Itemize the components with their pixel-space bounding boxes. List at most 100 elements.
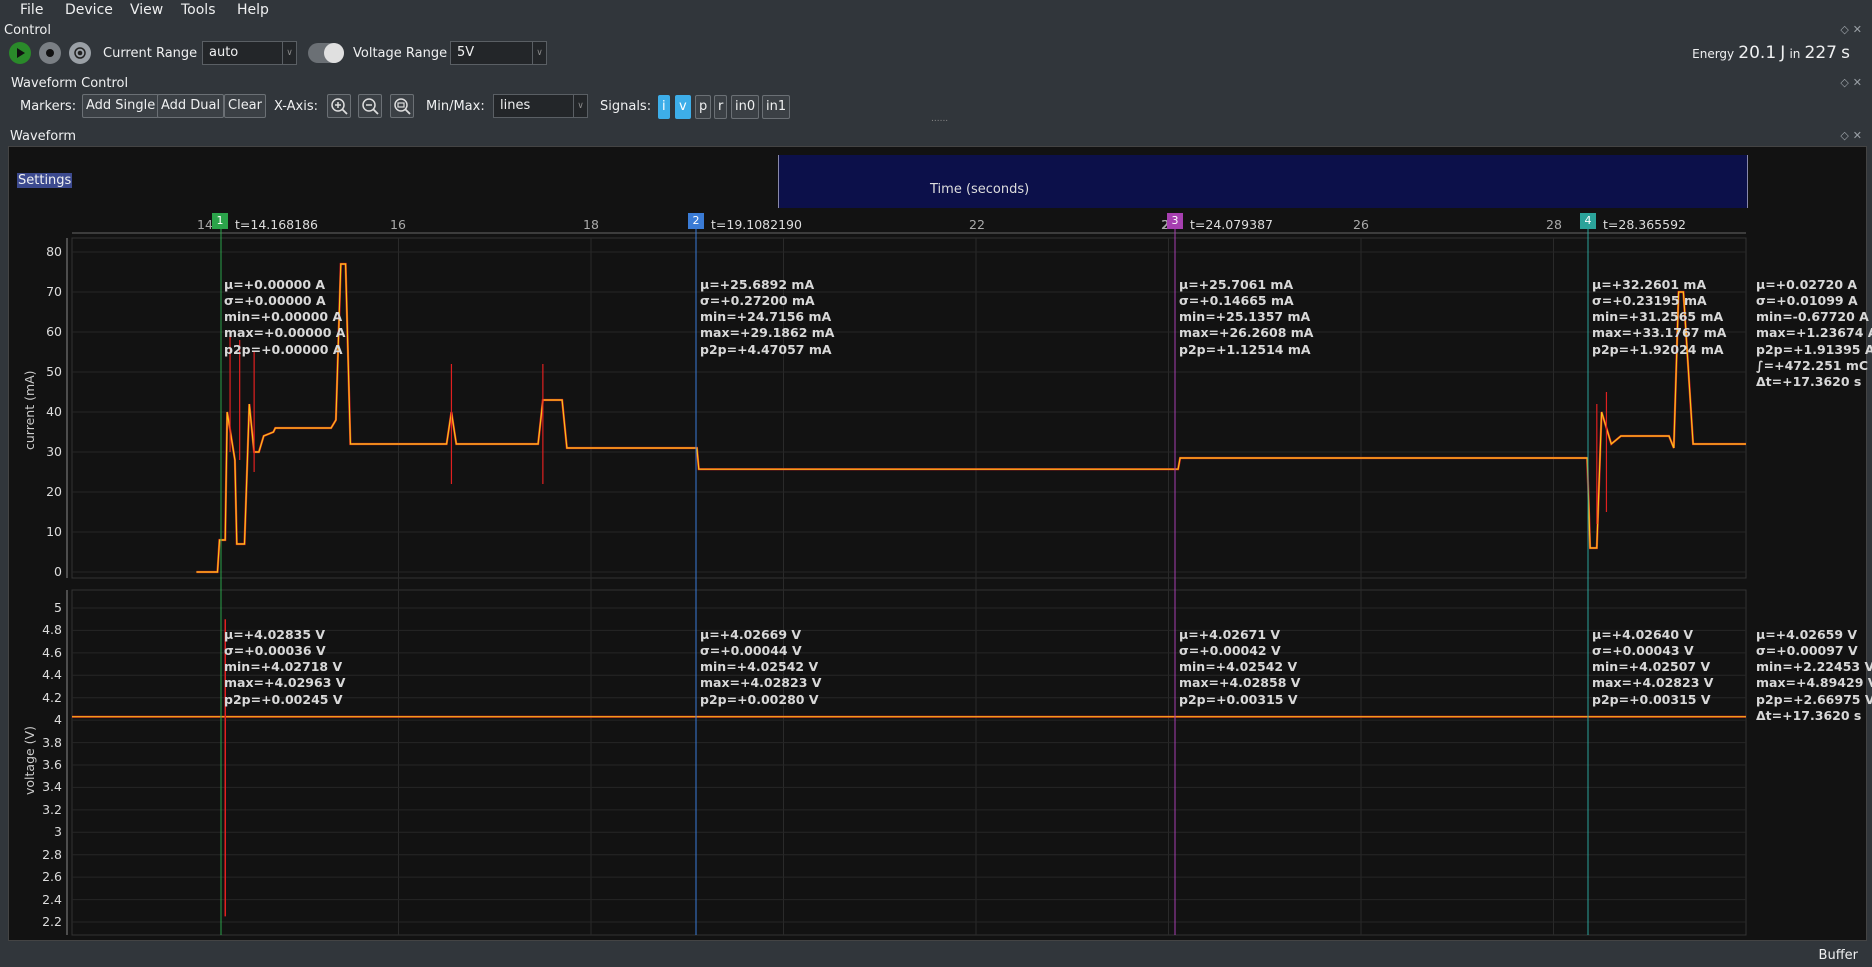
stat-value: max=+33.1767 mA bbox=[1592, 325, 1727, 341]
voltage-stats-segment-2: μ=+4.02669 Vσ=+0.00044 Vmin=+4.02542 Vma… bbox=[700, 594, 821, 724]
stat-value: μ=+0.00000 A bbox=[224, 276, 326, 292]
marker-1-time: t=14.168186 bbox=[235, 217, 318, 232]
current-stats-segment-2: μ=+25.6892 mA σ=+0.27200 mA min=+24.7156 m… bbox=[700, 244, 834, 374]
stat-value: min=+4.02542 V bbox=[700, 659, 819, 675]
voltage-stats-segment-1: μ=+4.02835 Vσ=+0.00036 Vmin=+4.02718 Vma… bbox=[224, 594, 345, 724]
stat-value: μ=+25.6892 mA bbox=[700, 276, 815, 292]
voltage-y-tick-label: 2.6 bbox=[42, 869, 62, 885]
stat-value: σ=+0.01099 A bbox=[1756, 292, 1858, 308]
voltage-stats-segment-3: μ=+4.02671 Vσ=+0.00042 Vmin=+4.02542 Vma… bbox=[1179, 594, 1300, 724]
voltage-y-tick-label: 4.2 bbox=[42, 689, 62, 705]
stat-value: min=+25.1357 mA bbox=[1179, 309, 1311, 325]
voltage-y-tick-label: 4 bbox=[54, 712, 62, 728]
voltage-y-tick-label: 3.4 bbox=[42, 779, 62, 795]
stat-value: p2p=+0.00000 A bbox=[224, 341, 343, 357]
stat-value: p2p=+1.12514 mA bbox=[1179, 341, 1311, 357]
voltage-y-tick-label: 3 bbox=[54, 824, 62, 840]
stat-value: min=+4.02507 V bbox=[1592, 659, 1711, 675]
marker-2-time: t=19.1082190 bbox=[711, 217, 802, 232]
stat-value: p2p=+1.91395 A bbox=[1756, 341, 1872, 357]
voltage-y-tick-label: 3.8 bbox=[42, 734, 62, 750]
stat-value: σ=+0.00097 V bbox=[1756, 642, 1858, 658]
marker-4-flag[interactable]: 4 bbox=[1580, 213, 1596, 229]
current-y-tick-label: 10 bbox=[46, 524, 62, 539]
current-y-tick-label: 60 bbox=[46, 324, 62, 339]
voltage-y-tick-label: 5 bbox=[54, 600, 62, 615]
marker-3-flag[interactable]: 3 bbox=[1167, 213, 1183, 229]
stat-value: μ=+4.02671 V bbox=[1179, 626, 1281, 642]
stat-value: σ=+0.00042 V bbox=[1179, 642, 1281, 658]
voltage-stats-summary: μ=+4.02659 Vσ=+0.00097 Vmin=+2.22453 Vma… bbox=[1756, 594, 1872, 741]
marker-1-flag[interactable]: 1 bbox=[212, 213, 228, 229]
current-y-tick-label: 0 bbox=[54, 564, 62, 579]
stat-value: p2p=+0.00245 V bbox=[224, 691, 343, 707]
stat-value: min=+0.00000 A bbox=[224, 309, 343, 325]
stat-value: p2p=+1.92024 mA bbox=[1592, 341, 1724, 357]
status-bar: Buffer bbox=[0, 945, 1872, 967]
voltage-y-tick-label: 2.4 bbox=[42, 891, 62, 907]
voltage-y-tick-label: 2.8 bbox=[42, 846, 62, 862]
stat-value: μ=+32.2601 mA bbox=[1592, 276, 1707, 292]
stat-value: max=+4.89429 V bbox=[1756, 675, 1872, 691]
voltage-y-tick-label: 2.2 bbox=[42, 913, 62, 929]
current-y-tick-label: 30 bbox=[46, 444, 62, 459]
stat-value: p2p=+0.00280 V bbox=[700, 691, 819, 707]
stat-value: min=+4.02542 V bbox=[1179, 659, 1298, 675]
stat-value: min=+31.2565 mA bbox=[1592, 309, 1724, 325]
stat-value: Δt=+17.3620 s bbox=[1756, 708, 1862, 724]
stat-value: σ=+0.23195 mA bbox=[1592, 292, 1707, 308]
stat-value: max=+4.02858 V bbox=[1179, 675, 1301, 691]
current-y-tick-label: 40 bbox=[46, 404, 62, 419]
stat-value: min=+4.02718 V bbox=[224, 659, 343, 675]
voltage-y-tick-label: 4.6 bbox=[42, 644, 62, 660]
stat-value: p2p=+0.00315 V bbox=[1179, 691, 1298, 707]
stat-value: σ=+0.00000 A bbox=[224, 292, 326, 308]
buffer-status: Buffer bbox=[1818, 948, 1858, 963]
marker-4-time: t=28.365592 bbox=[1603, 217, 1686, 232]
stat-value: max=+0.00000 A bbox=[224, 325, 346, 341]
stat-value: μ=+4.02659 V bbox=[1756, 626, 1858, 642]
current-stats-summary: μ=+0.02720 Aσ=+0.01099 Amin=-0.67720 Ama… bbox=[1756, 244, 1872, 407]
marker-3-time: t=24.079387 bbox=[1190, 217, 1273, 232]
stat-value: max=+4.02823 V bbox=[1592, 675, 1714, 691]
stat-value: max=+29.1862 mA bbox=[700, 325, 835, 341]
stat-value: μ=+25.7061 mA bbox=[1179, 276, 1294, 292]
stat-value: Δt=+17.3620 s bbox=[1756, 374, 1862, 390]
current-trace-minmax bbox=[196, 262, 1746, 574]
stat-value: max=+4.02823 V bbox=[700, 675, 822, 691]
current-y-tick-label: 70 bbox=[46, 284, 62, 299]
voltage-y-tick-label: 4.8 bbox=[42, 622, 62, 638]
current-y-tick-label: 80 bbox=[46, 244, 62, 259]
current-y-tick-label: 50 bbox=[46, 364, 62, 379]
waveform-plot[interactable] bbox=[0, 0, 1872, 967]
stat-value: min=+24.7156 mA bbox=[700, 309, 832, 325]
stat-value: min=+2.22453 V bbox=[1756, 659, 1872, 675]
current-trace-mean bbox=[196, 263, 1746, 573]
stat-value: p2p=+4.47057 mA bbox=[700, 341, 832, 357]
current-stats-segment-3: μ=+25.7061 mA σ=+0.14665 mA min=+25.1357 m… bbox=[1179, 244, 1313, 374]
current-stats-segment-4: μ=+32.2601 mA σ=+0.23195 mA min=+31.2565 m… bbox=[1592, 244, 1726, 374]
stat-value: μ=+0.02720 A bbox=[1756, 276, 1858, 292]
stat-value: min=-0.67720 A bbox=[1756, 309, 1869, 325]
stat-value: μ=+4.02640 V bbox=[1592, 626, 1694, 642]
stat-value: ∫=+472.251 mC bbox=[1756, 358, 1869, 374]
voltage-y-tick-label: 3.2 bbox=[42, 801, 62, 817]
stat-value: max=+4.02963 V bbox=[224, 675, 346, 691]
voltage-stats-segment-4: μ=+4.02640 Vσ=+0.00043 Vmin=+4.02507 Vma… bbox=[1592, 594, 1713, 724]
stat-value: σ=+0.00044 V bbox=[700, 642, 802, 658]
stat-value: p2p=+2.66975 V bbox=[1756, 691, 1872, 707]
marker-2-flag[interactable]: 2 bbox=[688, 213, 704, 229]
stat-value: p2p=+0.00315 V bbox=[1592, 691, 1711, 707]
stat-value: σ=+0.00043 V bbox=[1592, 642, 1694, 658]
current-y-tick-label: 20 bbox=[46, 484, 62, 499]
current-stats-segment-1: μ=+0.00000 Aσ=+0.00000 Amin=+0.00000 Ama… bbox=[224, 244, 345, 374]
stat-value: σ=+0.27200 mA bbox=[700, 292, 815, 308]
stat-value: σ=+0.00036 V bbox=[224, 642, 326, 658]
stat-value: max=+1.23674 A bbox=[1756, 325, 1872, 341]
stat-value: max=+26.2608 mA bbox=[1179, 325, 1314, 341]
stat-value: σ=+0.14665 mA bbox=[1179, 292, 1294, 308]
stat-value: μ=+4.02669 V bbox=[700, 626, 802, 642]
stat-value: μ=+4.02835 V bbox=[224, 626, 326, 642]
voltage-y-tick-label: 4.4 bbox=[42, 667, 62, 683]
voltage-y-tick-label: 3.6 bbox=[42, 756, 62, 772]
